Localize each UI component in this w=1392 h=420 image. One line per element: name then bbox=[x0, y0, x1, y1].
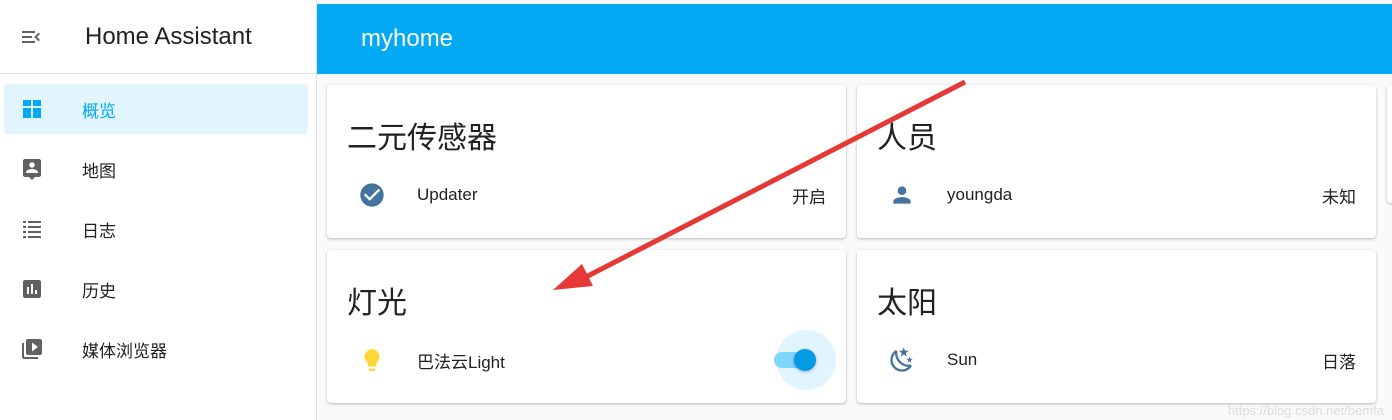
binary-sensor-card: 二元传感器 Updater 开启 bbox=[327, 85, 846, 238]
entity-state: 开启 bbox=[792, 187, 826, 207]
entity-row-youngda[interactable]: youngda 未知 bbox=[857, 175, 1376, 215]
toggle-knob bbox=[794, 349, 816, 371]
account-icon bbox=[893, 186, 911, 204]
dashboard-title: myhome bbox=[361, 25, 454, 52]
entity-row-updater[interactable]: Updater 开启 bbox=[327, 175, 846, 215]
sidebar-item-media-browser[interactable]: 媒体浏览器 bbox=[4, 324, 308, 374]
sun-card: 太阳 Sun 日落 bbox=[857, 250, 1376, 403]
entity-row-sun[interactable]: Sun 日落 bbox=[857, 340, 1376, 380]
card-title: 二元传感器 bbox=[347, 122, 497, 155]
entity-name: Sun bbox=[947, 350, 978, 369]
sidebar-nav: 概览 地图 日志 历史 媒体浏览器 bbox=[0, 74, 316, 374]
light-toggle-switch[interactable] bbox=[774, 330, 836, 390]
media-play-icon bbox=[22, 339, 42, 359]
sidebar: Home Assistant 概览 地图 日志 历史 媒体浏览器 bbox=[0, 0, 317, 420]
app-title: Home Assistant bbox=[85, 22, 252, 50]
entity-name: Updater bbox=[417, 185, 478, 204]
history-chart-icon bbox=[23, 280, 41, 298]
sidebar-item-overview[interactable]: 概览 bbox=[4, 84, 308, 134]
sidebar-item-history[interactable]: 历史 bbox=[4, 264, 308, 314]
lightbulb-icon bbox=[364, 349, 380, 371]
card-title: 人员 bbox=[877, 122, 937, 155]
sidebar-header: Home Assistant bbox=[0, 0, 316, 74]
top-app-bar: myhome bbox=[317, 4, 1392, 74]
sidebar-item-logbook[interactable]: 日志 bbox=[4, 204, 308, 254]
card-title: 灯光 bbox=[347, 287, 407, 320]
entity-state: 未知 bbox=[1322, 187, 1356, 207]
sidebar-item-label: 历史 bbox=[82, 281, 116, 301]
card-title: 太阳 bbox=[877, 287, 937, 320]
sidebar-item-label: 地图 bbox=[82, 161, 116, 181]
sidebar-item-label: 概览 bbox=[82, 101, 116, 121]
menu-open-icon bbox=[22, 30, 40, 43]
entity-state: 日落 bbox=[1322, 352, 1356, 372]
dashboard-icon bbox=[23, 100, 41, 118]
entity-row-bemfa-light[interactable]: 巴法云Light bbox=[327, 330, 846, 390]
person-card: 人员 youngda 未知 bbox=[857, 85, 1376, 238]
map-account-icon bbox=[23, 159, 41, 180]
light-card: 灯光 巴法云Light bbox=[327, 250, 846, 403]
entity-name: 巴法云Light bbox=[417, 352, 505, 372]
sidebar-item-map[interactable]: 地图 bbox=[4, 144, 308, 194]
partial-card bbox=[1387, 85, 1392, 203]
weather-night-icon bbox=[890, 347, 913, 372]
watermark: https://blog.csdn.net/bemfa bbox=[1227, 403, 1384, 418]
sidebar-item-label: 日志 bbox=[82, 221, 116, 241]
entity-name: youngda bbox=[947, 185, 1013, 204]
sidebar-item-label: 媒体浏览器 bbox=[82, 341, 167, 361]
logbook-icon bbox=[23, 221, 41, 238]
menu-toggle-button[interactable] bbox=[0, 0, 62, 74]
check-circle-icon bbox=[360, 183, 384, 207]
